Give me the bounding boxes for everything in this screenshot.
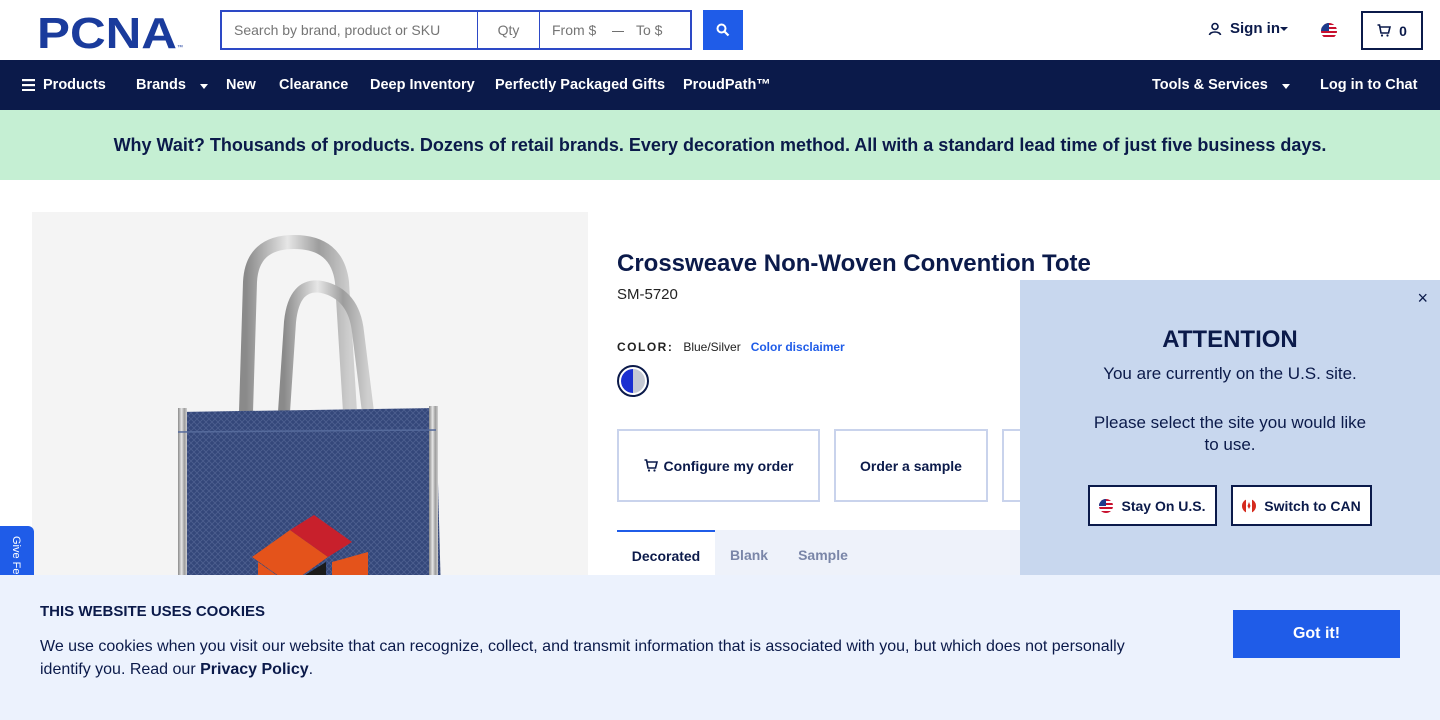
switch-can-label: Switch to CAN [1264, 497, 1361, 514]
nav-products-label: Products [43, 77, 106, 93]
user-icon [1208, 22, 1222, 35]
tab-blank-label: Blank [729, 547, 769, 563]
price-range-dash: — [612, 22, 626, 38]
modal-prompt: Please select the site you would like to… [1093, 413, 1367, 454]
nav-proudpath-label: ProudPath™ [683, 77, 771, 93]
order-sample-button[interactable]: Order a sample [834, 429, 988, 502]
product-image[interactable] [32, 212, 588, 632]
canada-flag-icon [1242, 498, 1257, 513]
main-nav: Products Brands New Clearance Deep Inven… [0, 60, 1440, 110]
cookie-text: We use cookies when you visit our websit… [40, 635, 1140, 681]
cart-count: 0 [1399, 22, 1407, 39]
promo-text: Why Wait? Thousands of products. Dozens … [113, 134, 1327, 155]
nav-new-label: New [226, 77, 256, 93]
color-swatch-blue-silver[interactable] [617, 365, 649, 397]
logo-text: PCNA [37, 12, 177, 50]
site-selection-modal: × ATTENTION You are currently on the U.S… [1020, 280, 1440, 575]
price-to-input[interactable] [624, 12, 690, 48]
chevron-down-icon [1281, 83, 1290, 89]
cart-icon [644, 459, 658, 472]
nav-proudpath[interactable]: ProudPath™ [683, 60, 771, 110]
tab-blank[interactable]: Blank [715, 530, 783, 580]
cookie-title: THIS WEBSITE USES COOKIES [40, 603, 266, 620]
modal-title: ATTENTION [1162, 326, 1298, 353]
nav-products[interactable]: Products [22, 60, 106, 110]
color-label: COLOR: [617, 340, 674, 354]
search-button[interactable] [703, 10, 743, 50]
sign-in-label: Sign in [1230, 20, 1280, 37]
us-flag-icon[interactable] [1321, 23, 1337, 39]
nav-log-in-to-chat[interactable]: Log in to Chat [1320, 60, 1417, 110]
cart-button[interactable]: 0 [1361, 11, 1423, 50]
product-sku: SM-5720 [617, 286, 678, 303]
nav-new[interactable]: New [226, 60, 256, 110]
nav-chat-label: Log in to Chat [1320, 77, 1418, 93]
nav-brands-label: Brands [136, 77, 186, 93]
got-it-button[interactable]: Got it! [1233, 610, 1400, 658]
cookie-period: . [308, 661, 314, 678]
search-bar: — [220, 10, 692, 50]
color-disclaimer-link[interactable]: Color disclaimer [751, 340, 845, 354]
tote-bag-image [177, 234, 442, 632]
top-bar: PCNA ™ — Sign in 0 [0, 0, 1440, 60]
nav-tools-label: Tools & Services [1152, 77, 1268, 93]
qty-input[interactable] [478, 12, 540, 48]
modal-message: You are currently on the U.S. site. [1103, 364, 1357, 383]
nav-brands[interactable]: Brands [136, 60, 208, 110]
tab-sample-label: Sample [798, 547, 848, 563]
product-title: Crossweave Non-Woven Convention Tote [617, 250, 1091, 277]
hamburger-icon [22, 79, 35, 91]
nav-deep-inventory-label: Deep Inventory [370, 77, 475, 93]
nav-tools-services[interactable]: Tools & Services [1152, 60, 1290, 110]
search-input[interactable] [222, 12, 478, 48]
chevron-down-icon [1280, 26, 1288, 31]
switch-can-button[interactable]: Switch to CAN [1231, 485, 1372, 526]
privacy-policy-link[interactable]: Privacy Policy [200, 661, 309, 678]
order-sample-label: Order a sample [860, 457, 962, 474]
cart-icon [1377, 24, 1392, 37]
pcna-logo[interactable]: PCNA ™ [37, 12, 185, 50]
chevron-down-icon [199, 83, 208, 89]
tab-decorated-label: Decorated [631, 548, 701, 564]
nav-perfectly-packaged-gifts[interactable]: Perfectly Packaged Gifts [495, 60, 665, 110]
search-icon [716, 23, 730, 37]
nav-deep-inventory[interactable]: Deep Inventory [370, 60, 475, 110]
nav-clearance[interactable]: Clearance [279, 60, 348, 110]
close-icon[interactable]: × [1417, 288, 1428, 309]
configure-order-label: Configure my order [663, 457, 794, 474]
stay-us-label: Stay On U.S. [1121, 497, 1206, 514]
cookie-banner: THIS WEBSITE USES COOKIES We use cookies… [0, 575, 1440, 720]
sign-in-menu[interactable]: Sign in [1208, 20, 1288, 37]
color-row: COLOR: Blue/Silver Color disclaimer [617, 340, 845, 354]
feedback-label: Give Fe [10, 536, 22, 575]
tab-sample[interactable]: Sample [783, 530, 863, 580]
stay-us-button[interactable]: Stay On U.S. [1088, 485, 1217, 526]
price-from-input[interactable] [540, 12, 614, 48]
svg-text:™: ™ [177, 44, 183, 50]
configure-order-button[interactable]: Configure my order [617, 429, 820, 502]
us-flag-icon [1099, 498, 1114, 513]
nav-gifts-label: Perfectly Packaged Gifts [495, 77, 666, 93]
color-value: Blue/Silver [683, 340, 741, 354]
tab-decorated[interactable]: Decorated [617, 530, 715, 580]
promo-banner: Why Wait? Thousands of products. Dozens … [0, 110, 1440, 180]
nav-clearance-label: Clearance [279, 77, 349, 93]
